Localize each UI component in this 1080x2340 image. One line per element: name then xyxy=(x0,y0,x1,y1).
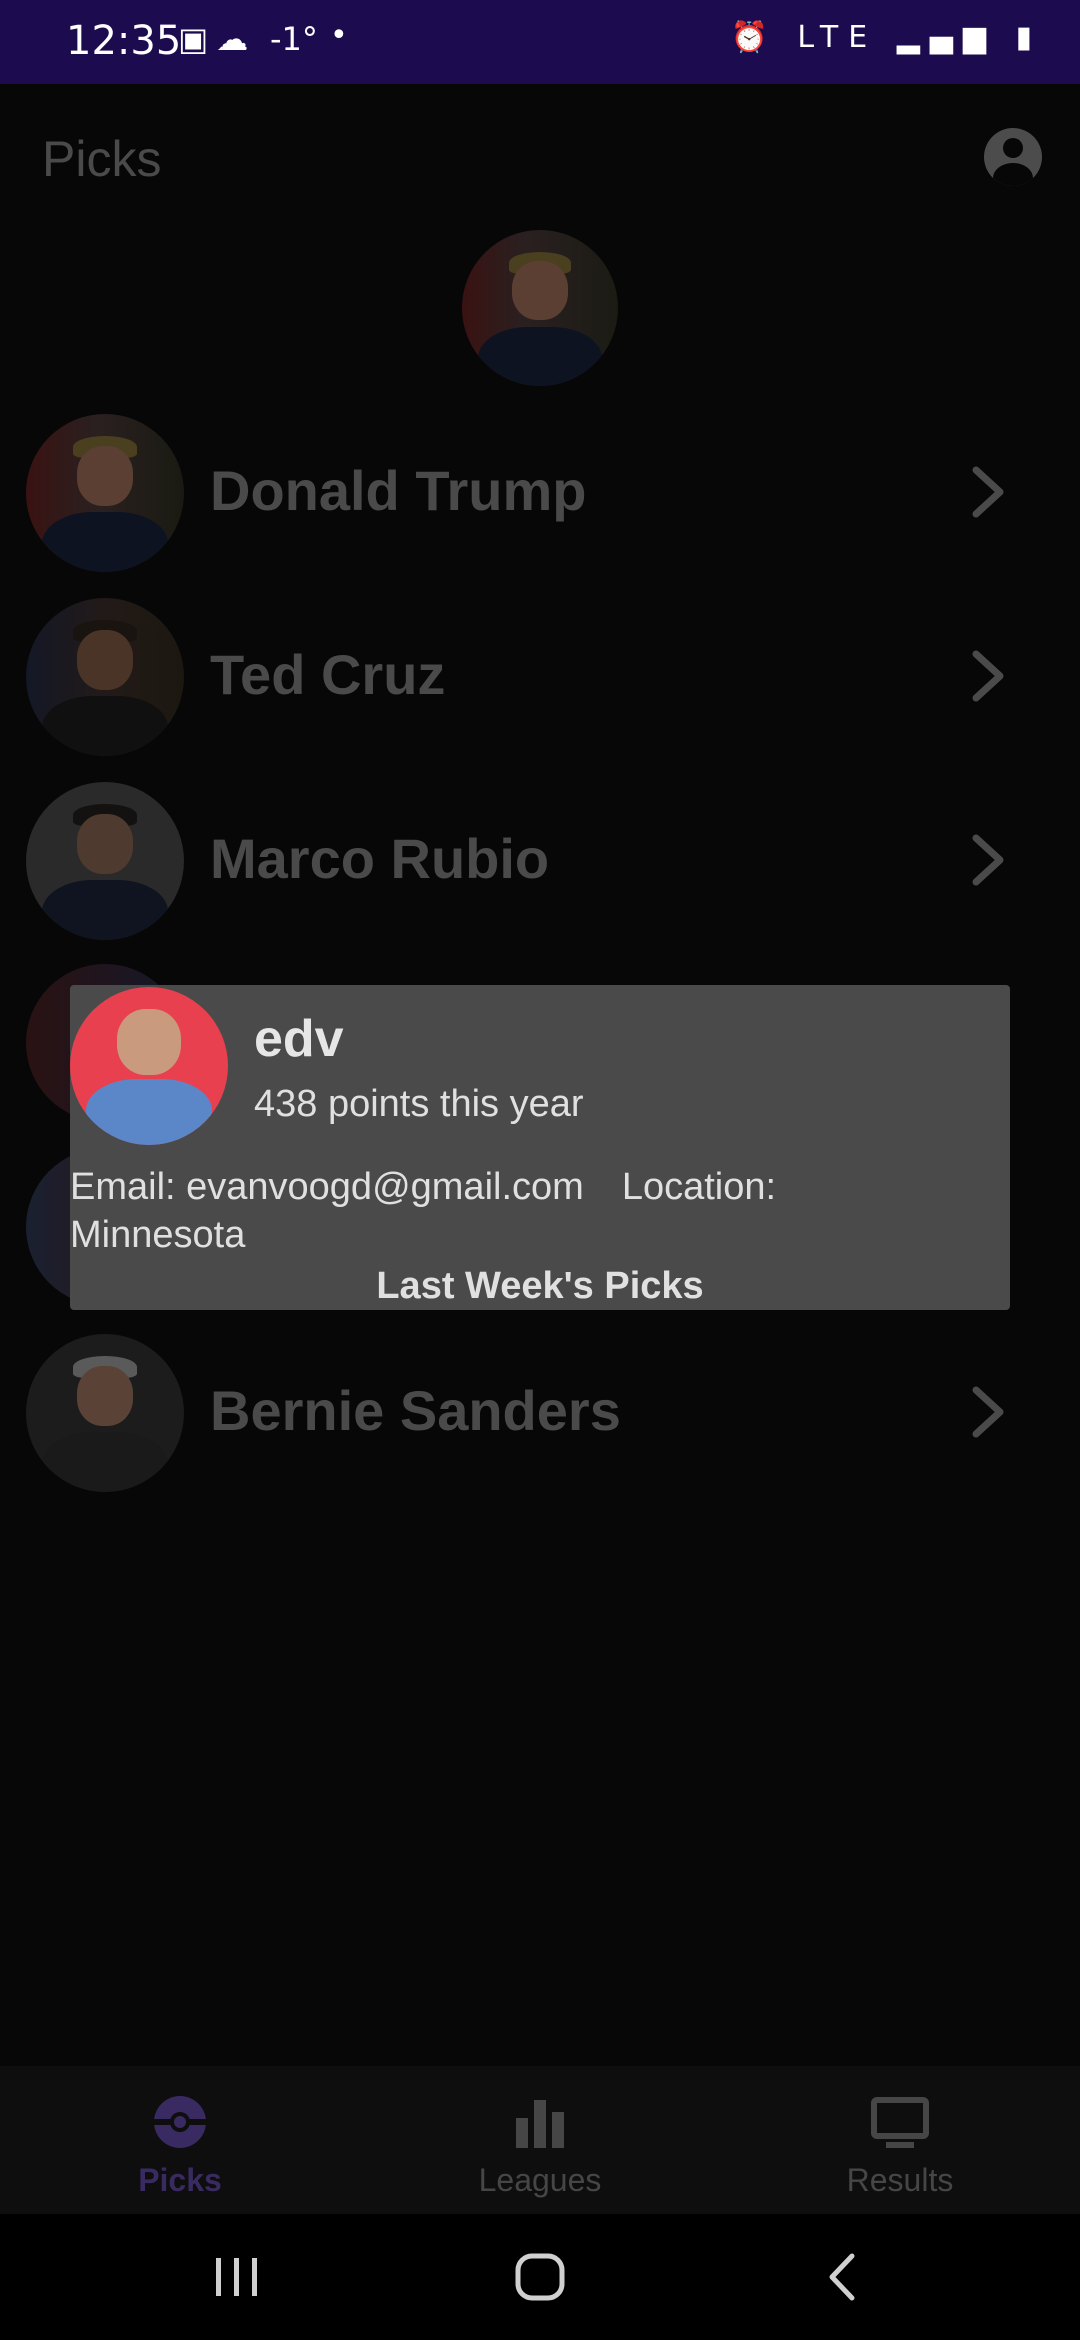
app-bar: Picks xyxy=(0,84,1080,234)
list-item-candidate[interactable]: Marco Rubio xyxy=(0,778,1080,958)
status-dot: • xyxy=(330,18,348,53)
home-icon[interactable] xyxy=(505,2242,575,2312)
chevron-right-icon xyxy=(972,1386,1004,1438)
status-time: 12:35 xyxy=(66,18,182,64)
chevron-right-icon xyxy=(972,834,1004,886)
monitor-icon xyxy=(871,2097,929,2148)
candidate-avatar xyxy=(26,598,184,756)
recent-apps-icon[interactable] xyxy=(202,2242,272,2312)
bar-chart-icon xyxy=(516,2100,564,2148)
tab-picks-label: Picks xyxy=(138,2162,222,2198)
profile-points: 438 points this year xyxy=(254,1083,584,1125)
last-week-picks-button[interactable]: Last Week's Picks xyxy=(70,1265,1010,1308)
candidate-name: Bernie Sanders xyxy=(210,1379,621,1442)
list-item-candidate[interactable]: Bernie Sanders xyxy=(0,1330,1080,1510)
candidate-name: Ted Cruz xyxy=(210,643,446,706)
page-title: Picks xyxy=(42,131,162,187)
list-item-candidate[interactable]: Donald Trump xyxy=(0,410,1080,590)
status-bar: 12:35 ▣☁ -1° • ⏰ LTE ▂▄▆ ▮ xyxy=(0,0,1080,84)
candidate-avatar xyxy=(26,1334,184,1492)
cloud-icon: ☁ xyxy=(216,20,257,58)
candidate-name: Donald Trump xyxy=(210,459,587,522)
account-circle-icon[interactable] xyxy=(984,128,1042,186)
tab-picks[interactable]: Picks xyxy=(0,2066,360,2214)
notification-icons: ▣☁ xyxy=(178,20,256,58)
profile-dialog: edv 438 points this year Email: evanvoog… xyxy=(70,985,1010,1310)
candidate-avatar xyxy=(26,782,184,940)
status-temperature: -1° xyxy=(270,20,318,58)
profile-location-label: Location: xyxy=(621,1166,777,1208)
account-body-shape xyxy=(993,163,1033,186)
account-head-shape xyxy=(1003,138,1023,158)
tab-results[interactable]: Results xyxy=(720,2066,1080,2214)
tab-leagues-label: Leagues xyxy=(478,2162,602,2198)
image-icon: ▣ xyxy=(178,20,217,58)
profile-info: Email: evanvoogd@gmail.com Location: Minn… xyxy=(70,1163,850,1259)
back-icon[interactable] xyxy=(808,2242,878,2312)
tab-leagues[interactable]: Leagues xyxy=(360,2066,720,2214)
chevron-right-icon xyxy=(972,466,1004,518)
profile-avatar xyxy=(70,987,228,1145)
tab-results-label: Results xyxy=(846,2162,954,2198)
profile-location-value: Minnesota xyxy=(70,1214,246,1256)
chevron-right-icon xyxy=(972,650,1004,702)
status-right-icons: ⏰ LTE ▂▄▆ ▮ xyxy=(730,20,1042,55)
bottom-navigation: Picks Leagues Results xyxy=(0,2066,1080,2214)
candidate-name: Marco Rubio xyxy=(210,827,550,890)
profile-username: edv xyxy=(254,1010,344,1068)
profile-email: Email: evanvoogd@gmail.com xyxy=(70,1166,584,1208)
current-pick-avatar[interactable] xyxy=(462,230,618,386)
system-navigation-bar xyxy=(0,2214,1080,2340)
picks-ball-icon xyxy=(154,2096,206,2148)
candidate-avatar xyxy=(26,414,184,572)
list-item-candidate[interactable]: Ted Cruz xyxy=(0,594,1080,774)
